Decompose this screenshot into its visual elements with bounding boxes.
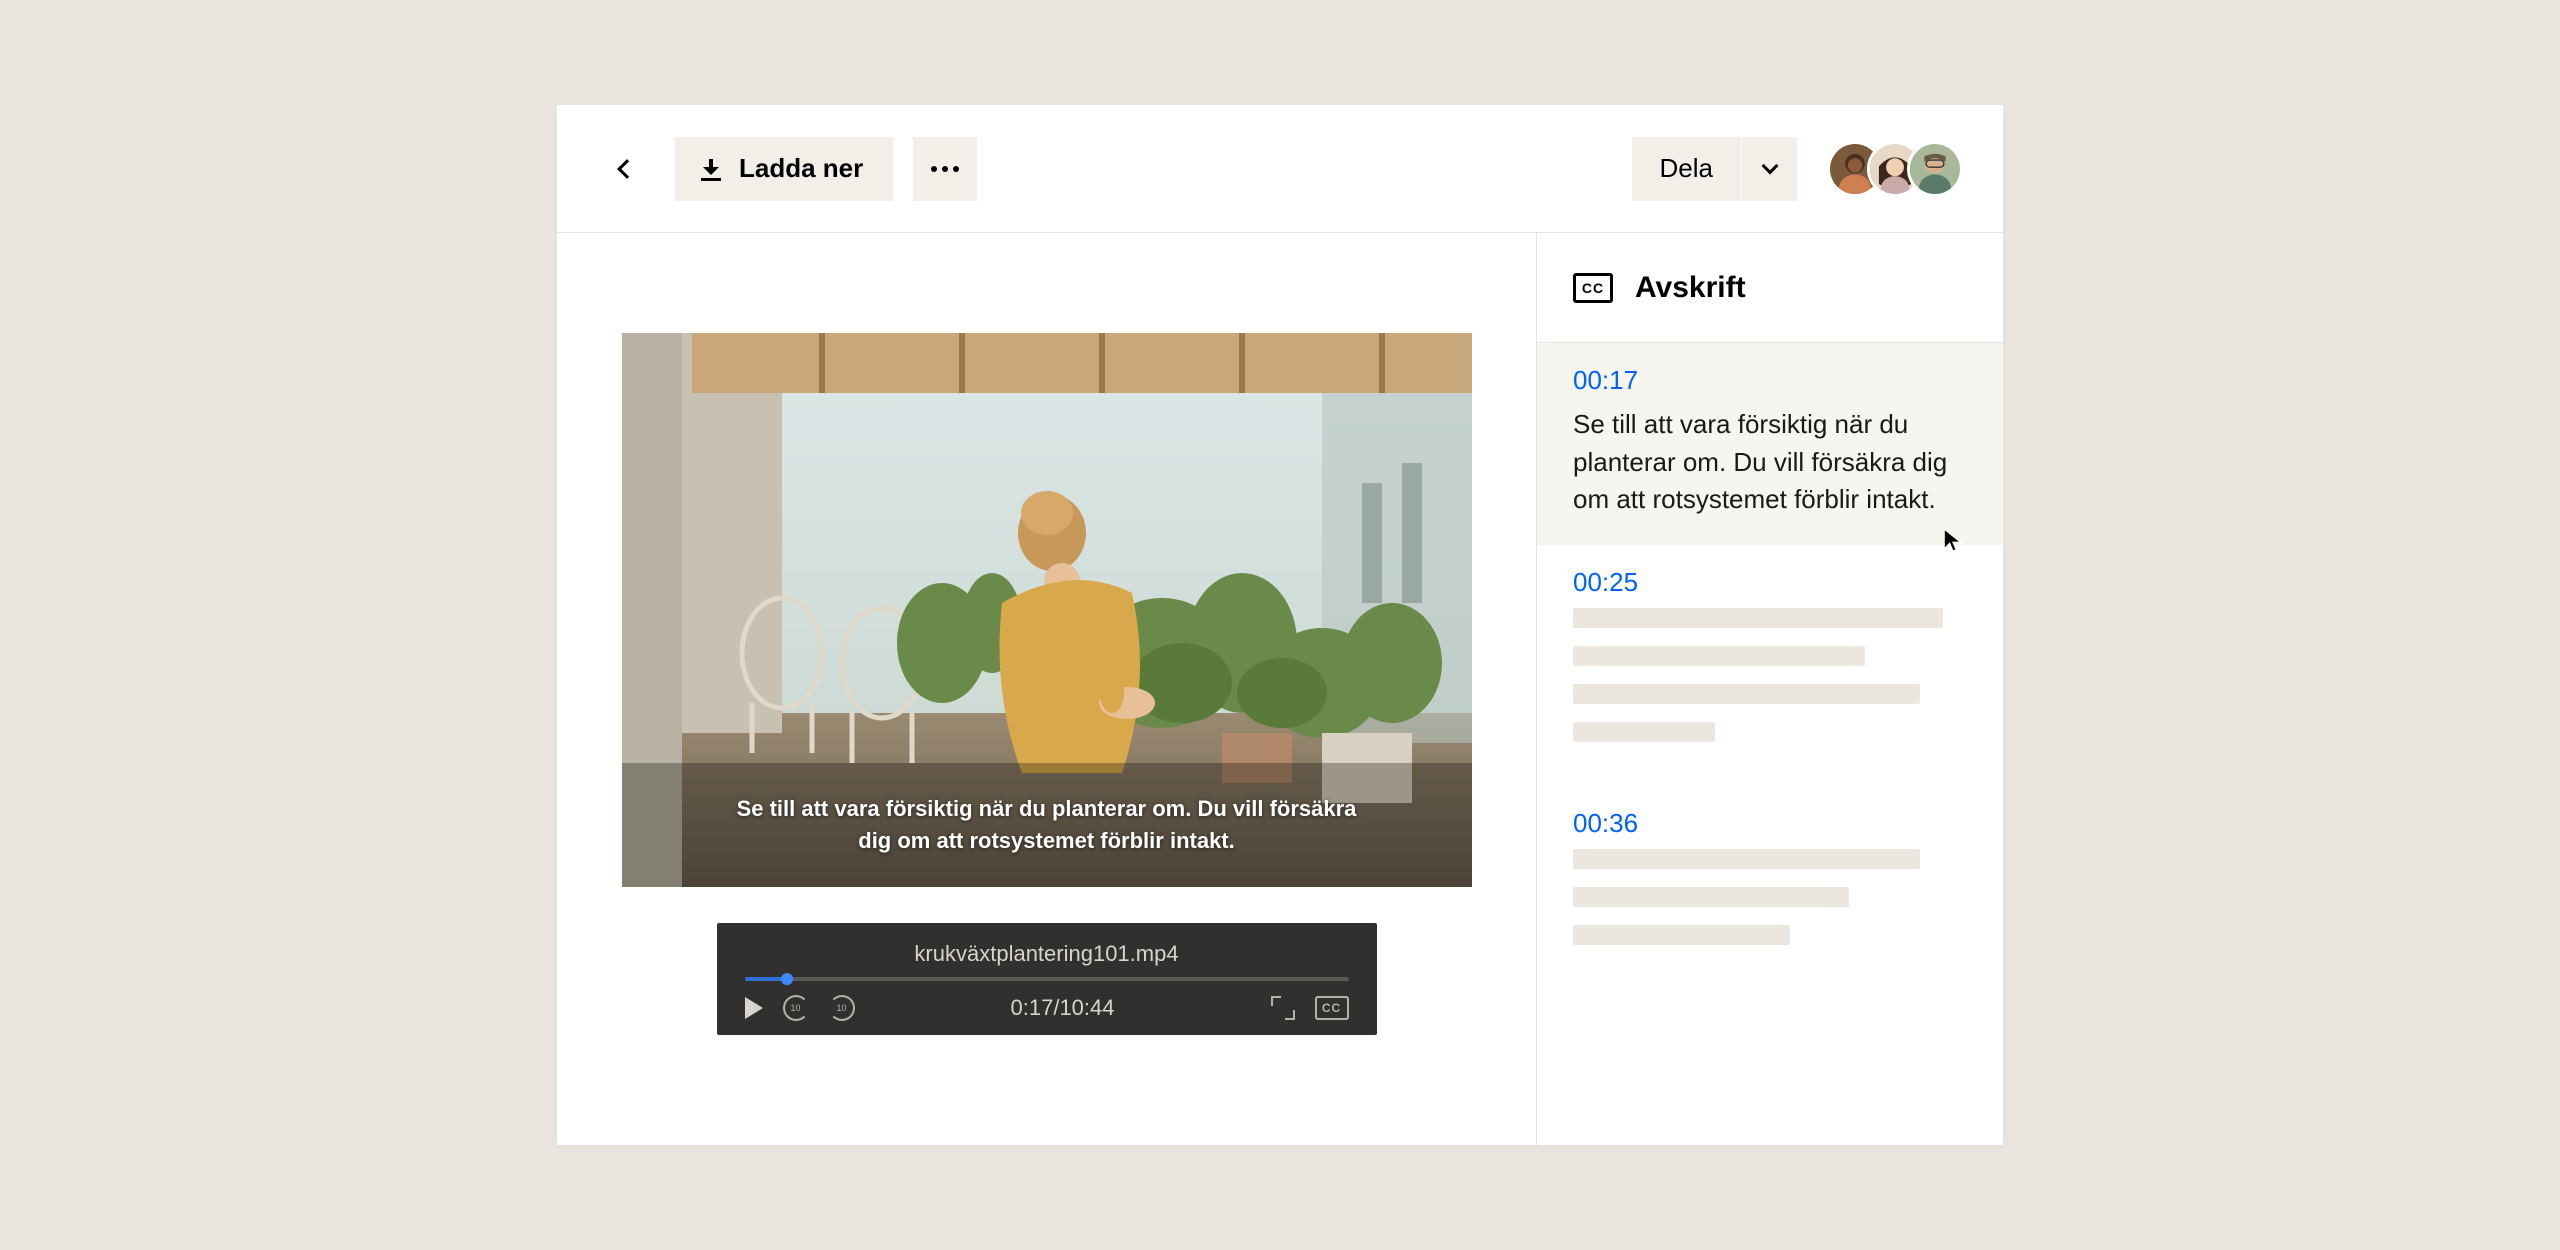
- video-filename: krukväxtplantering101.mp4: [745, 941, 1349, 967]
- more-icon: [931, 166, 937, 172]
- transcript-entry[interactable]: 00:25: [1537, 545, 2003, 786]
- seek-thumb[interactable]: [781, 973, 793, 985]
- time-display: 0:17/10:44: [875, 995, 1251, 1021]
- share-label: Dela: [1632, 153, 1741, 184]
- fullscreen-button[interactable]: [1271, 996, 1295, 1020]
- transcript-list[interactable]: 00:17 Se till att vara försiktig när du p…: [1537, 343, 2003, 1145]
- video-frame[interactable]: Se till att vara försiktig när du plante…: [622, 333, 1472, 887]
- more-button[interactable]: [913, 137, 977, 201]
- share-button[interactable]: Dela: [1632, 137, 1797, 201]
- back-button[interactable]: [607, 149, 647, 189]
- transcript-entry[interactable]: 00:17 Se till att vara försiktig när du p…: [1537, 343, 2003, 545]
- play-button[interactable]: [745, 997, 763, 1019]
- avatar[interactable]: [1907, 141, 1963, 197]
- download-label: Ladda ner: [739, 153, 863, 184]
- transcript-placeholder: [1573, 887, 1849, 907]
- video-area: Se till att vara försiktig när du plante…: [557, 233, 1537, 1145]
- transcript-timestamp[interactable]: 00:17: [1573, 365, 1967, 396]
- captions-toggle[interactable]: CC: [1315, 996, 1349, 1020]
- header-bar: Ladda ner Dela: [557, 105, 2003, 233]
- download-icon: [701, 159, 721, 179]
- transcript-timestamp[interactable]: 00:36: [1573, 808, 1967, 839]
- cursor-icon: [1941, 527, 1967, 553]
- transcript-title: Avskrift: [1635, 271, 1746, 305]
- transcript-placeholder: [1573, 646, 1865, 666]
- share-dropdown-toggle[interactable]: [1741, 137, 1797, 201]
- cc-icon: CC: [1573, 273, 1613, 303]
- transcript-header: CC Avskrift: [1537, 233, 2003, 343]
- download-button[interactable]: Ladda ner: [675, 137, 893, 201]
- collaborator-avatars: [1827, 141, 1963, 197]
- transcript-timestamp[interactable]: 00:25: [1573, 567, 1967, 598]
- transcript-placeholder: [1573, 684, 1920, 704]
- seek-bar[interactable]: [745, 977, 1349, 981]
- transcript-text: Se till att vara försiktig när du plante…: [1573, 406, 1967, 519]
- transcript-panel: CC Avskrift 00:17 Se till att vara försik…: [1537, 233, 2003, 1145]
- transcript-placeholder: [1573, 925, 1790, 945]
- chevron-down-icon: [1761, 157, 1778, 174]
- transcript-placeholder: [1573, 722, 1715, 742]
- video-player-controls: krukväxtplantering101.mp4 10 10 0:17/10:…: [717, 923, 1377, 1035]
- skip-forward-button[interactable]: 10: [829, 995, 855, 1021]
- content-body: Se till att vara försiktig när du plante…: [557, 233, 2003, 1145]
- transcript-placeholder: [1573, 608, 1943, 628]
- chevron-left-icon: [617, 159, 637, 179]
- transcript-placeholder: [1573, 849, 1920, 869]
- transcript-entry[interactable]: 00:36: [1537, 786, 2003, 989]
- skip-back-button[interactable]: 10: [783, 995, 809, 1021]
- preview-window: Ladda ner Dela: [557, 105, 2003, 1145]
- video-caption: Se till att vara försiktig när du plante…: [622, 793, 1472, 857]
